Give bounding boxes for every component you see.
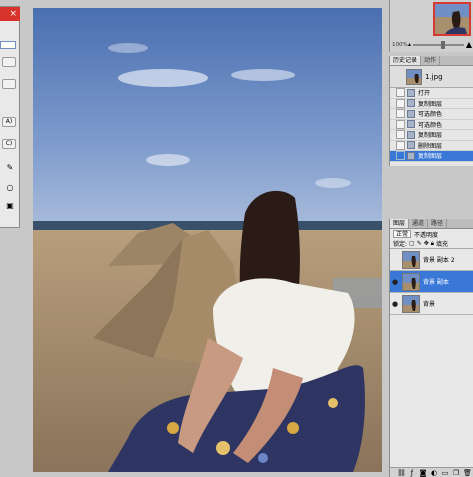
visibility-eye-icon[interactable]: ● xyxy=(390,278,400,286)
layer-name: 背景 副本 2 xyxy=(423,257,455,264)
history-step-icon xyxy=(407,88,415,97)
history-step[interactable]: 可选颜色 xyxy=(390,109,473,120)
blend-mode-select[interactable]: 正常 xyxy=(393,230,412,238)
visibility-eye-icon[interactable]: ● xyxy=(390,300,400,308)
history-tabs: 历史记录 动作 xyxy=(390,56,473,66)
zoom-slider-handle[interactable] xyxy=(440,40,445,49)
link-icon[interactable]: ⛓︎ xyxy=(397,469,406,477)
history-step[interactable]: 打开 xyxy=(390,88,473,99)
navigator-thumbnail[interactable] xyxy=(433,2,471,36)
tab-history[interactable]: 历史记录 xyxy=(390,56,422,65)
snapshot-thumbnail xyxy=(406,68,422,85)
history-snapshot[interactable]: 1.jpg xyxy=(390,66,473,88)
adjustment-icon[interactable]: ◐ xyxy=(430,469,438,477)
history-step-icon xyxy=(407,130,415,139)
photoshop-window: × A) C) ✎ ○ ▣ 100% ▴ ▲ 历史记录 动作 1.jpg 打开 … xyxy=(0,0,473,477)
history-source-checkbox[interactable] xyxy=(396,109,405,119)
history-source-checkbox[interactable] xyxy=(396,151,405,161)
zoom-slider[interactable] xyxy=(413,40,464,49)
layer-name: 背景 xyxy=(423,301,436,308)
zoom-in-icon[interactable]: ▲ xyxy=(466,40,472,49)
history-step-label: 可选颜色 xyxy=(418,121,443,129)
snapshot-name: 1.jpg xyxy=(425,72,443,81)
history-step-label: 复制图层 xyxy=(418,132,443,140)
history-step-icon xyxy=(407,99,415,108)
dialog-button-2[interactable] xyxy=(2,79,16,89)
opacity-label: 不透明度 xyxy=(414,231,439,239)
history-step-label: 复制图层 xyxy=(418,100,443,108)
navigator-panel: 100% ▴ ▲ xyxy=(389,0,473,52)
selective-color-dialog: × A) C) ✎ ○ ▣ xyxy=(0,6,20,228)
dialog-button-3[interactable]: A) xyxy=(2,117,16,127)
history-step[interactable]: 复制图层 xyxy=(390,98,473,109)
new-layer-icon[interactable]: ❐ xyxy=(452,469,460,477)
mask-icon[interactable]: ◙ xyxy=(419,469,427,477)
layers-footer: ⛓︎ ƒ ◙ ◐ ▭ ❐ 🗑︎ xyxy=(390,467,473,477)
history-source-checkbox[interactable] xyxy=(396,119,405,129)
history-step-icon xyxy=(407,109,415,118)
zoom-control: 100% ▴ ▲ xyxy=(392,40,472,49)
layer-row[interactable]: ● 背景 xyxy=(390,293,473,315)
history-source-checkbox[interactable] xyxy=(396,140,405,150)
layer-row[interactable]: 背景 副本 2 xyxy=(390,249,473,271)
lock-paint-icon[interactable]: ✎ xyxy=(417,240,422,247)
history-source-checkbox[interactable] xyxy=(396,88,405,98)
folder-icon[interactable]: ▭ xyxy=(441,469,449,477)
history-source-checkbox[interactable] xyxy=(396,130,405,140)
fx-icon[interactable]: ƒ xyxy=(408,469,416,477)
lock-label: 锁定: xyxy=(393,241,408,248)
document-canvas[interactable] xyxy=(33,8,382,472)
close-button[interactable]: × xyxy=(0,7,20,21)
preview-icon[interactable]: ▣ xyxy=(5,201,15,211)
history-step-label: 复制图层 xyxy=(418,153,443,161)
tab-actions[interactable]: 动作 xyxy=(421,56,441,65)
layer-list: 背景 副本 2 ● 背景 副本 ● 背景 xyxy=(390,249,473,315)
layer-row[interactable]: ● 背景 副本 xyxy=(390,271,473,293)
photo-desert-girl xyxy=(33,8,382,472)
lock-options: 锁定: ▢ ✎ ✥ 🔒︎ 填充 xyxy=(390,239,473,249)
value-field[interactable] xyxy=(0,41,16,49)
layers-panel: 图层 通道 路径 正常 不透明度 锁定: ▢ ✎ ✥ 🔒︎ 填充 背景 副本 2… xyxy=(389,219,473,477)
tab-channels[interactable]: 通道 xyxy=(409,219,429,228)
lock-move-icon[interactable]: ✥ xyxy=(424,240,429,247)
tab-paths[interactable]: 路径 xyxy=(428,219,448,228)
lock-all-icon[interactable]: 🔒︎ xyxy=(431,240,434,248)
history-panel: 历史记录 动作 1.jpg 打开 复制图层 可选颜色 可选颜色 复制图层 删除图层 复制图层 xyxy=(389,56,473,166)
history-step-label: 打开 xyxy=(418,90,431,98)
layer-thumbnail xyxy=(402,250,420,269)
layer-name: 背景 副本 xyxy=(423,279,449,286)
layers-tabs: 图层 通道 路径 xyxy=(390,219,473,229)
history-step-label: 可选颜色 xyxy=(418,111,443,119)
trash-icon[interactable]: 🗑︎ xyxy=(463,469,472,477)
radio-icon[interactable]: ○ xyxy=(5,183,15,193)
zoom-value[interactable]: 100% xyxy=(392,42,408,48)
fill-label: 填充 xyxy=(435,241,448,248)
layer-options: 正常 不透明度 xyxy=(390,229,473,239)
history-step[interactable]: 删除图层 xyxy=(390,140,473,151)
history-step-icon xyxy=(407,151,415,160)
zoom-out-icon[interactable]: ▴ xyxy=(408,41,411,48)
lock-transparency-icon[interactable]: ▢ xyxy=(409,240,415,247)
history-source-checkbox[interactable] xyxy=(396,98,405,108)
history-step-icon xyxy=(407,120,415,129)
dialog-button-4[interactable]: C) xyxy=(2,139,16,149)
dialog-button-1[interactable] xyxy=(2,57,16,67)
history-step-label: 删除图层 xyxy=(418,142,443,150)
history-step[interactable]: 复制图层 xyxy=(390,151,473,162)
history-step[interactable]: 复制图层 xyxy=(390,130,473,141)
layer-thumbnail xyxy=(402,272,420,291)
history-step[interactable]: 可选颜色 xyxy=(390,119,473,130)
layer-thumbnail xyxy=(402,294,420,313)
history-steps: 打开 复制图层 可选颜色 可选颜色 复制图层 删除图层 复制图层 xyxy=(390,88,473,162)
tab-layers[interactable]: 图层 xyxy=(390,219,410,228)
eyedropper-icon[interactable]: ✎ xyxy=(5,163,15,173)
history-step-icon xyxy=(407,141,415,150)
